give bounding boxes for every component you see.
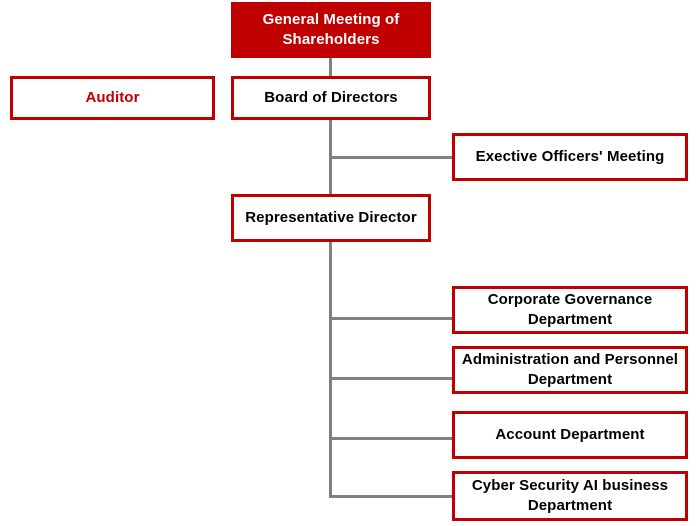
connector-representative-director-trunk (329, 240, 332, 498)
node-representative-director[interactable]: Representative Director (231, 194, 431, 242)
node-administration-and-personnel-department[interactable]: Administration and Personnel Department (452, 346, 688, 394)
node-general-meeting-of-shareholders[interactable]: General Meeting of Shareholders (231, 2, 431, 58)
connector-general-meeting-to-board (329, 58, 332, 78)
node-cyber-security-ai-business-department[interactable]: Cyber Security AI business Department (452, 471, 688, 521)
node-label: Account Department (495, 425, 645, 443)
node-label: Corporate Governance Department (487, 290, 653, 328)
node-auditor[interactable]: Auditor (10, 76, 215, 120)
node-label: Representative Director (245, 208, 417, 226)
node-corporate-governance-department[interactable]: Corporate Governance Department (452, 286, 688, 334)
connector-trunk-to-cyber-security (329, 495, 454, 498)
node-label: General Meeting of Shareholders (262, 10, 400, 48)
connector-trunk-to-account-department (329, 437, 454, 440)
node-board-of-directors[interactable]: Board of Directors (231, 76, 431, 120)
node-executive-officers-meeting[interactable]: Exective Officers' Meeting (452, 133, 688, 181)
connector-board-to-executive-officers-meeting (329, 156, 454, 159)
node-label: Administration and Personnel Department (461, 350, 679, 388)
node-account-department[interactable]: Account Department (452, 411, 688, 459)
org-chart-canvas: General Meeting of Shareholders Auditor … (0, 0, 697, 526)
node-label: Board of Directors (264, 88, 398, 106)
node-label: Cyber Security AI business Department (471, 476, 669, 514)
node-label: Auditor (85, 88, 140, 106)
connector-trunk-to-corporate-governance (329, 317, 454, 320)
node-label: Exective Officers' Meeting (475, 147, 665, 165)
connector-trunk-to-administration-personnel (329, 377, 454, 380)
